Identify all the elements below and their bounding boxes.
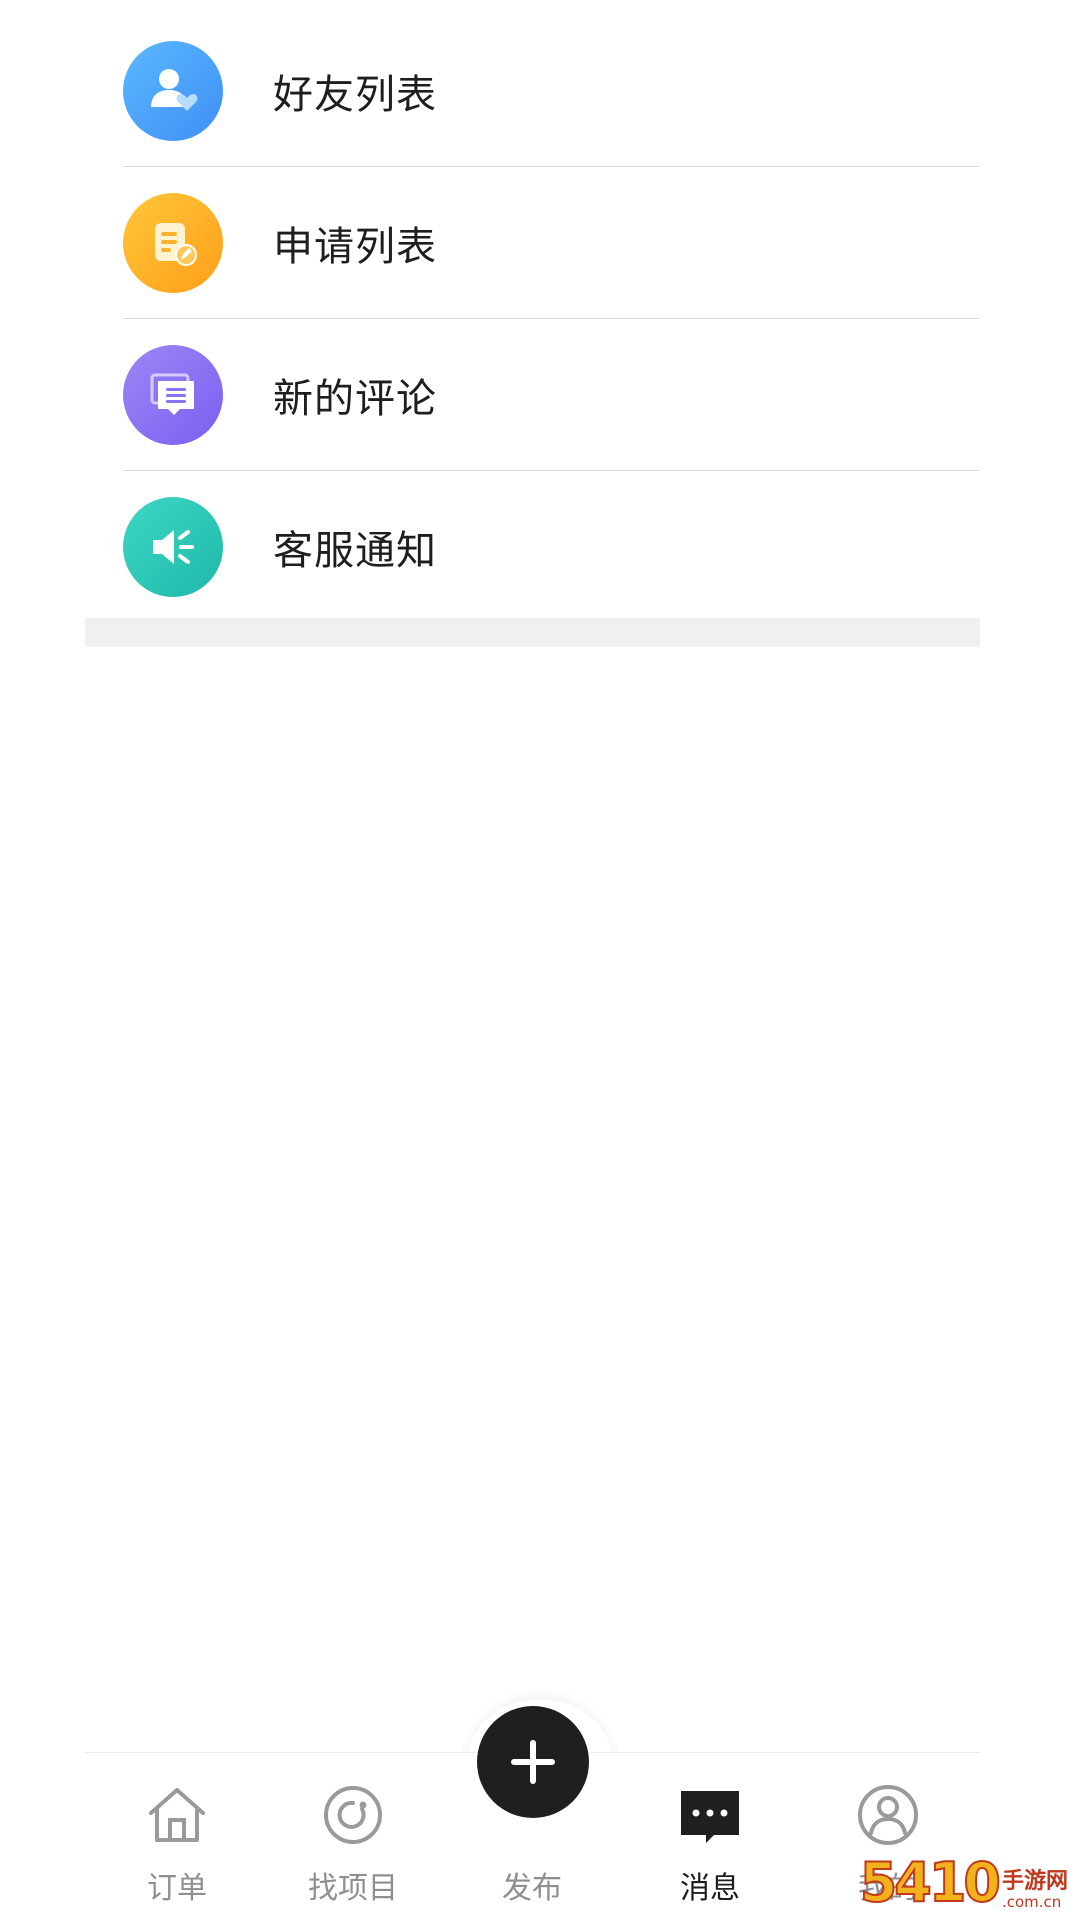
list-footer-divider: [85, 618, 980, 647]
watermark-domain: .com.cn: [1001, 1893, 1062, 1911]
site-watermark: 5410 手游网 .com.cn: [859, 1851, 1068, 1914]
comment-icon: [123, 344, 223, 445]
tab-find-projects-label: 找项目: [308, 1871, 398, 1906]
message-category-list: 好友列表 申请列表 新的评论 客服通知: [123, 15, 980, 622]
new-comments-row[interactable]: 新的评论: [123, 318, 980, 470]
friend-list-icon: [123, 40, 223, 141]
tab-find-projects[interactable]: 找项目: [263, 1763, 443, 1913]
customer-service-notice-row[interactable]: 客服通知: [123, 470, 980, 622]
watermark-text: 手游网: [1001, 1869, 1068, 1894]
tab-orders-label: 订单: [147, 1871, 207, 1906]
messages-page: 好友列表 申请列表 新的评论 客服通知 订单 找项目 发布 消息 我的 5410…: [0, 0, 1080, 1920]
tab-messages[interactable]: 消息: [620, 1763, 800, 1913]
friend-list-row[interactable]: 好友列表: [123, 15, 980, 166]
home-icon: [149, 1788, 205, 1842]
publish-button[interactable]: [477, 1706, 589, 1818]
friend-list-label: 好友列表: [273, 71, 437, 118]
application-list-label: 申请列表: [273, 223, 437, 270]
tab-orders[interactable]: 订单: [87, 1763, 267, 1913]
refresh-circle-icon: [324, 1786, 382, 1844]
application-list-row[interactable]: 申请列表: [123, 166, 980, 318]
tab-messages-label: 消息: [680, 1871, 740, 1906]
user-circle-icon: [858, 1785, 918, 1845]
speaker-icon: [123, 496, 223, 597]
new-comments-label: 新的评论: [273, 375, 437, 422]
message-bubble-icon: [681, 1791, 739, 1843]
customer-service-notice-label: 客服通知: [273, 527, 437, 574]
tab-publish-label: 发布: [502, 1871, 562, 1906]
watermark-number: 5410: [859, 1851, 1002, 1914]
application-list-icon: [123, 192, 223, 293]
plus-icon: [511, 1740, 555, 1784]
